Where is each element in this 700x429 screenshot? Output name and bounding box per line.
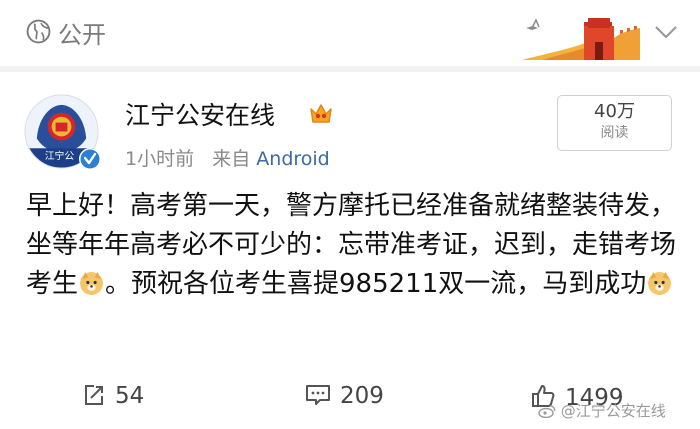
section-divider [0,66,700,72]
repost-icon [85,385,103,405]
comment-count: 209 [340,383,384,409]
repost-button[interactable]: 54 [82,383,144,409]
account-name[interactable]: 江宁公安在线 [125,96,275,132]
read-count: 40万 [594,101,635,122]
watermark: @江宁公安在线 [538,400,666,421]
comment-button[interactable]: 209 [305,383,384,409]
post-text: 早上好！高考第一天，警方摩托已经准备就绪整装待发，坐等年年高考必不可少的：忘带准… [26,187,676,304]
top-bar: 公开 [0,0,700,66]
great-wall-decoration [522,18,640,60]
avatar-text: 江宁公 [45,149,75,162]
source-prefix: 来自 [212,148,251,170]
vip-crown-icon[interactable] [307,101,335,127]
comment-icon [306,385,330,405]
chevron-down-icon[interactable] [654,24,678,40]
post-time: 1小时前 [125,148,195,170]
repost-count: 54 [115,383,145,409]
read-count-box: 40万 阅读 [557,95,672,151]
doge-emoji-icon [648,272,672,295]
read-label: 阅读 [600,125,629,141]
verified-badge-icon [79,148,101,170]
visibility-label[interactable]: 公开 [58,15,106,50]
post-source[interactable]: Android [256,148,329,170]
doge-emoji-icon [80,272,103,295]
post-text-part-2: 。预祝各位考生喜提985211双一流，马到成功 [105,269,647,299]
watermark-text: @江宁公安在线 [560,402,666,420]
post-meta: 1小时前 来自 Android [125,144,330,171]
globe-icon [26,19,51,44]
weibo-logo-icon [538,405,556,419]
